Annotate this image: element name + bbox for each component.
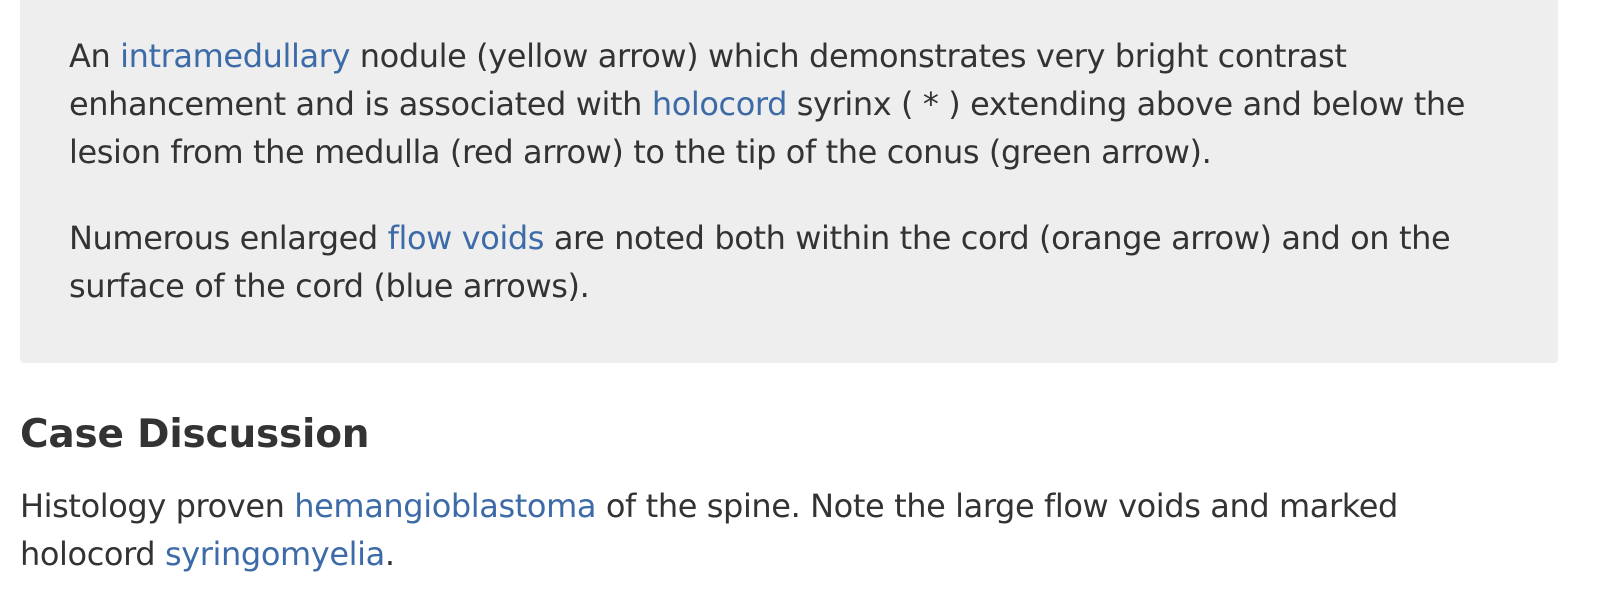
findings-paragraph-1: An intramedullary nodule (yellow arrow) … [69,32,1509,176]
findings-box: An intramedullary nodule (yellow arrow) … [20,0,1558,363]
findings-paragraph-2: Numerous enlarged flow voids are noted b… [69,214,1509,310]
discussion-text: . [384,535,395,573]
link-flow-voids[interactable]: flow voids [388,219,545,257]
findings-text: An [69,37,121,75]
case-discussion-heading: Case Discussion [20,412,370,457]
case-discussion-paragraph: Histology proven hemangioblastoma of the… [20,482,1540,578]
link-holocord[interactable]: holocord [652,85,788,123]
link-syringomyelia[interactable]: syringomyelia [165,535,385,573]
link-intramedullary[interactable]: intramedullary [120,37,350,75]
link-hemangioblastoma[interactable]: hemangioblastoma [294,487,596,525]
findings-text: Numerous enlarged [69,219,388,257]
discussion-text: Histology proven [20,487,295,525]
